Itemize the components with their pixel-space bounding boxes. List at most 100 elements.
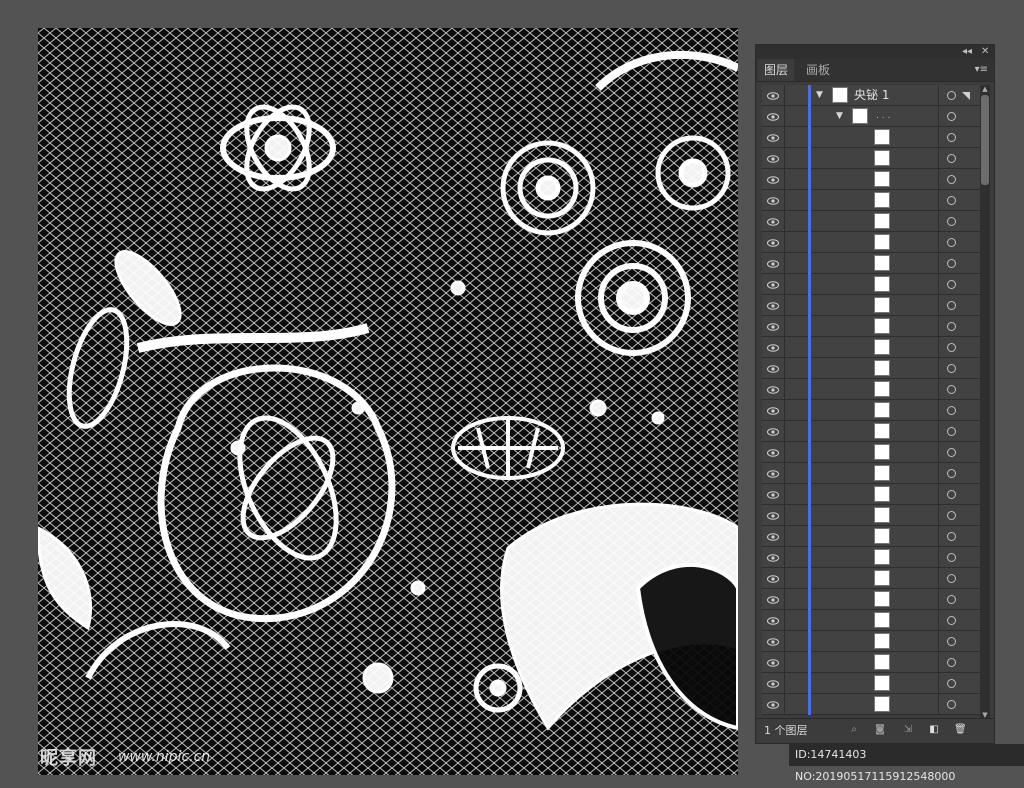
target-circle-icon[interactable]: [938, 400, 963, 421]
path-row[interactable]: [762, 652, 984, 673]
lock-toggle[interactable]: [784, 274, 809, 295]
eye-icon[interactable]: [762, 484, 784, 505]
path-row[interactable]: [762, 505, 984, 526]
eye-icon[interactable]: [762, 631, 784, 652]
target-circle-icon[interactable]: [938, 421, 963, 442]
target-circle-icon[interactable]: [938, 316, 963, 337]
eye-icon[interactable]: [762, 694, 784, 715]
path-row[interactable]: [762, 400, 984, 421]
lock-toggle[interactable]: [784, 547, 809, 568]
lock-toggle[interactable]: [784, 295, 809, 316]
path-row[interactable]: [762, 295, 984, 316]
target-circle-icon[interactable]: [938, 484, 963, 505]
eye-icon[interactable]: [762, 610, 784, 631]
target-circle-icon[interactable]: [938, 190, 963, 211]
path-row[interactable]: [762, 148, 984, 169]
eye-icon[interactable]: [762, 400, 784, 421]
lock-toggle[interactable]: [784, 442, 809, 463]
lock-toggle[interactable]: [784, 169, 809, 190]
target-circle-icon[interactable]: [938, 106, 963, 127]
target-circle-icon[interactable]: [938, 526, 963, 547]
layers-scrollbar[interactable]: ▲ ▼: [980, 85, 990, 719]
target-circle-icon[interactable]: [938, 85, 963, 106]
path-row[interactable]: [762, 484, 984, 505]
target-circle-icon[interactable]: [938, 610, 963, 631]
eye-icon[interactable]: [762, 421, 784, 442]
lock-toggle[interactable]: [784, 148, 809, 169]
eye-icon[interactable]: [762, 232, 784, 253]
lock-toggle[interactable]: [784, 379, 809, 400]
triangle-down-icon[interactable]: ▼: [816, 85, 823, 106]
lock-toggle[interactable]: [784, 400, 809, 421]
tab-artboards[interactable]: 画板: [800, 59, 836, 81]
path-row[interactable]: [762, 694, 984, 715]
target-circle-icon[interactable]: [938, 631, 963, 652]
lock-toggle[interactable]: [784, 85, 809, 106]
eye-icon[interactable]: [762, 253, 784, 274]
path-row[interactable]: [762, 358, 984, 379]
path-row[interactable]: [762, 673, 984, 694]
target-circle-icon[interactable]: [938, 274, 963, 295]
panel-menu-icon[interactable]: ▾≡: [975, 59, 988, 81]
eye-icon[interactable]: [762, 589, 784, 610]
eye-icon[interactable]: [762, 169, 784, 190]
eye-icon[interactable]: [762, 337, 784, 358]
lock-toggle[interactable]: [784, 316, 809, 337]
target-circle-icon[interactable]: [938, 442, 963, 463]
eye-icon[interactable]: [762, 274, 784, 295]
layer-name[interactable]: 央铋 1: [854, 85, 889, 106]
lock-toggle[interactable]: [784, 652, 809, 673]
path-row[interactable]: [762, 253, 984, 274]
path-row[interactable]: [762, 379, 984, 400]
path-row[interactable]: [762, 526, 984, 547]
eye-icon[interactable]: [762, 379, 784, 400]
target-circle-icon[interactable]: [938, 547, 963, 568]
path-row[interactable]: [762, 316, 984, 337]
eye-icon[interactable]: [762, 127, 784, 148]
target-circle-icon[interactable]: [938, 253, 963, 274]
path-row[interactable]: [762, 631, 984, 652]
lock-toggle[interactable]: [784, 190, 809, 211]
lock-toggle[interactable]: [784, 106, 809, 127]
path-row[interactable]: [762, 232, 984, 253]
eye-icon[interactable]: [762, 85, 784, 106]
scroll-up-icon[interactable]: ▲: [981, 85, 989, 93]
eye-icon[interactable]: [762, 211, 784, 232]
target-circle-icon[interactable]: [938, 148, 963, 169]
eye-icon[interactable]: [762, 526, 784, 547]
lock-toggle[interactable]: [784, 253, 809, 274]
target-circle-icon[interactable]: [938, 295, 963, 316]
lock-toggle[interactable]: [784, 673, 809, 694]
make-clipping-mask-icon[interactable]: ◙: [874, 724, 886, 736]
path-row[interactable]: [762, 211, 984, 232]
eye-icon[interactable]: [762, 568, 784, 589]
eye-icon[interactable]: [762, 106, 784, 127]
target-circle-icon[interactable]: [938, 694, 963, 715]
lock-toggle[interactable]: [784, 421, 809, 442]
triangle-down-icon[interactable]: ▼: [836, 106, 843, 127]
eye-icon[interactable]: [762, 295, 784, 316]
eye-icon[interactable]: [762, 673, 784, 694]
scroll-thumb[interactable]: [981, 95, 989, 185]
lock-toggle[interactable]: [784, 505, 809, 526]
lock-toggle[interactable]: [784, 463, 809, 484]
path-row[interactable]: [762, 337, 984, 358]
target-circle-icon[interactable]: [938, 568, 963, 589]
delete-icon[interactable]: 🗑: [954, 724, 967, 736]
sublayer-name[interactable]: . . .: [876, 106, 890, 127]
artboard-canvas[interactable]: [38, 28, 738, 775]
path-row[interactable]: [762, 568, 984, 589]
lock-toggle[interactable]: [784, 568, 809, 589]
path-row[interactable]: [762, 169, 984, 190]
target-circle-icon[interactable]: [938, 463, 963, 484]
lock-toggle[interactable]: [784, 610, 809, 631]
tab-layers[interactable]: 图层: [758, 59, 795, 81]
eye-icon[interactable]: [762, 463, 784, 484]
eye-icon[interactable]: [762, 652, 784, 673]
collapse-panel-icon[interactable]: ◂◂: [962, 45, 972, 59]
sublayer-row[interactable]: ▼ . . .: [762, 106, 984, 127]
lock-toggle[interactable]: [784, 232, 809, 253]
layer-row[interactable]: ▼ 央铋 1: [762, 85, 984, 106]
target-circle-icon[interactable]: [938, 505, 963, 526]
path-row[interactable]: [762, 589, 984, 610]
